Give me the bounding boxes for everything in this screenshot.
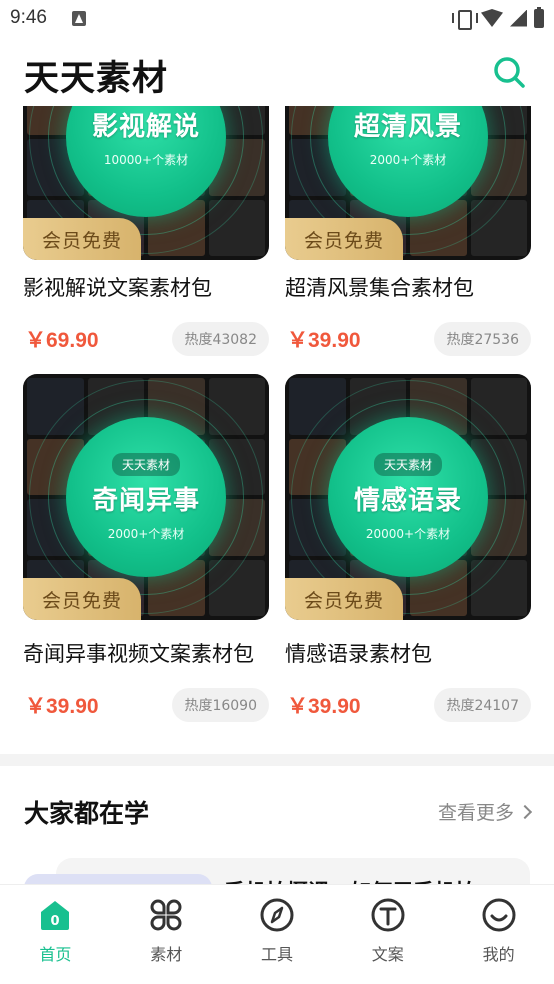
card-price: ￥39.90 [287,695,361,718]
cover-subtitle: 2000+个素材 [107,526,185,541]
search-button[interactable] [492,55,526,89]
chevron-right-icon [517,804,533,819]
material-card[interactable]: 影视解说 10000+个素材 会员免费 影视解说文案素材包 ￥69.90 热度4… [23,106,269,356]
see-more-label: 查看更多 [437,802,514,824]
nav-label: 首页 [39,945,72,964]
section-divider [0,754,554,766]
battery-icon [534,6,544,28]
cover-badge: 天天素材 奇闻异事 2000+个素材 [66,417,226,577]
card-title: 情感语录素材包 [285,642,432,666]
wifi-icon [481,9,503,27]
card-cover: 影视解说 10000+个素材 会员免费 [23,106,269,260]
nav-label: 素材 [150,945,183,964]
app-header: 天天素材 [0,38,554,106]
smile-icon [482,898,516,932]
status-time: 9:46 [10,7,47,28]
heat-badge: 热度16090 [172,688,269,722]
svg-text:0: 0 [51,914,60,929]
card-title: 奇闻异事视频文案素材包 [23,642,254,666]
course-thumbnail [24,874,212,884]
nav-material[interactable]: 素材 [111,885,222,984]
nav-label: 我的 [482,945,515,964]
bottom-nav: 0 首页 素材 工具 文案 我的 [0,884,554,984]
app-title: 天天素材 [24,59,169,99]
vibrate-icon [452,9,478,30]
cell-signal-icon [510,9,527,27]
status-icons [452,6,544,30]
cover-brand-tag: 天天素材 [373,452,442,476]
heat-badge: 热度27536 [434,322,531,356]
nav-profile[interactable]: 我的 [443,885,554,984]
heat-badge: 热度24107 [434,688,531,722]
card-cover: 天天素材 奇闻异事 2000+个素材 会员免费 [23,374,269,620]
content-scroll[interactable]: 影视解说 10000+个素材 会员免费 影视解说文案素材包 ￥69.90 热度4… [0,106,554,884]
nav-label: 文案 [371,945,404,964]
card-price: ￥39.90 [287,329,361,352]
course-item[interactable]: 手机拍摄课：如何用手机拍 [24,858,530,884]
nav-label: 工具 [260,945,293,964]
text-icon [371,898,405,932]
course-title: 手机拍摄课：如何用手机拍 [224,876,476,884]
status-bar: 9:46 [0,0,554,38]
compass-icon [260,898,294,932]
cover-brand-tag: 天天素材 [111,452,180,476]
search-icon [494,57,525,88]
vip-free-tag: 会员免费 [23,578,141,620]
see-more-link[interactable]: 查看更多 [437,798,533,825]
card-cover: 超清风景 2000+个素材 会员免费 [285,106,531,260]
cover-title: 奇闻异事 [91,485,200,516]
card-price: ￥69.90 [25,329,99,352]
card-title: 影视解说文案素材包 [23,276,212,300]
cover-title: 超清风景 [353,112,462,142]
notification-icon [72,11,86,26]
cover-title: 影视解说 [91,112,200,142]
heat-badge: 热度43082 [172,322,269,356]
card-cover: 天天素材 情感语录 20000+个素材 会员免费 [285,374,531,620]
cover-title: 情感语录 [353,485,462,516]
section-title: 大家都在学 [24,799,150,828]
cover-subtitle: 10000+个素材 [103,153,189,167]
material-card[interactable]: 天天素材 奇闻异事 2000+个素材 会员免费 奇闻异事视频文案素材包 ￥39.… [23,374,269,722]
app-screen: 9:46 天天素材 影视解说 10000+个素材 会员免费 影视解说文案素材包 … [0,0,554,984]
vip-free-tag: 会员免费 [23,218,141,260]
cover-badge: 天天素材 情感语录 20000+个素材 [328,417,488,577]
card-title: 超清风景集合素材包 [285,276,474,300]
cover-subtitle: 2000+个素材 [369,153,447,167]
material-card[interactable]: 天天素材 情感语录 20000+个素材 会员免费 情感语录素材包 ￥39.90 … [285,374,531,722]
card-price: ￥39.90 [25,695,99,718]
nav-home[interactable]: 0 首页 [0,885,111,984]
vip-free-tag: 会员免费 [285,218,403,260]
vip-free-tag: 会员免费 [285,578,403,620]
nav-tools[interactable]: 工具 [222,885,333,984]
material-card[interactable]: 超清风景 2000+个素材 会员免费 超清风景集合素材包 ￥39.90 热度27… [285,106,531,356]
home-icon: 0 [41,901,70,930]
cover-subtitle: 20000+个素材 [365,526,451,541]
nav-copywriting[interactable]: 文案 [332,885,443,984]
material-icon [150,899,182,931]
